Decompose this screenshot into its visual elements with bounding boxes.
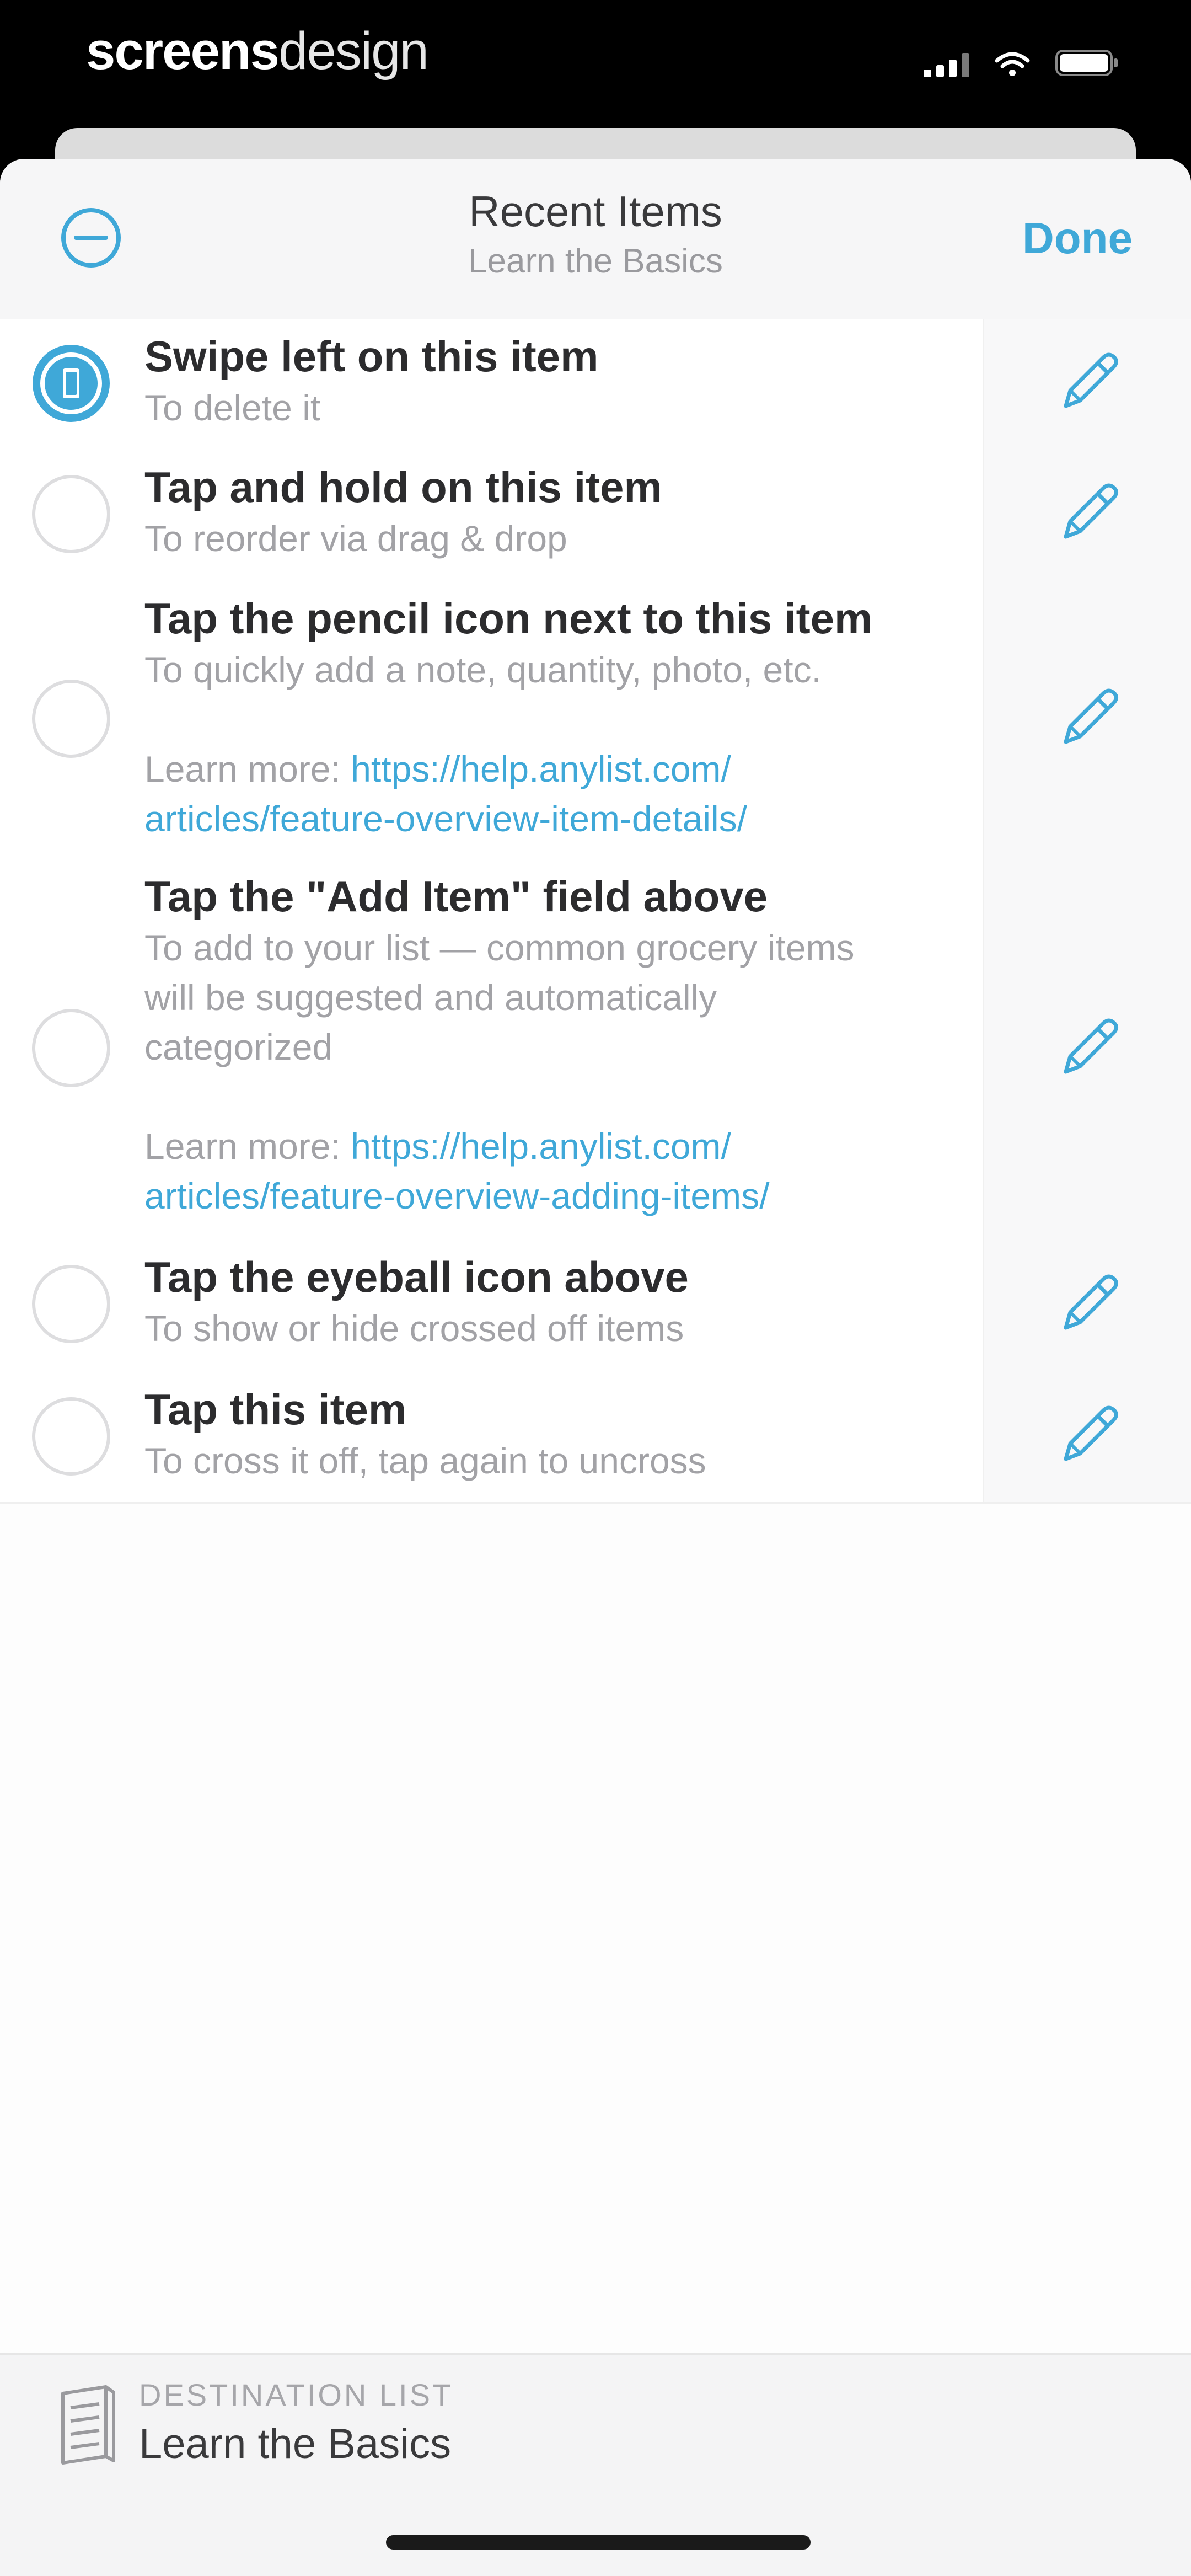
item-title: Tap the pencil icon next to this item [144,594,873,643]
status-icons [924,49,1119,77]
list-item[interactable]: Tap the pencil icon next to this item To… [0,580,1191,859]
item-edit-area[interactable] [983,858,1191,1238]
item-checkbox[interactable] [31,474,111,554]
item-note-line: will be suggested and automatically [144,977,717,1018]
battery-icon [1055,49,1119,77]
circle-icon [32,1265,110,1343]
recent-items-sheet: Recent Items Learn the Basics Done Swipe… [0,159,1191,2576]
item-checkbox[interactable] [31,1008,111,1088]
item-note: To show or hide crossed off items [144,1308,684,1349]
circle-icon [32,475,110,553]
item-edit-area[interactable] [983,1371,1191,1502]
item-note: To cross it off, tap again to uncross [144,1440,706,1481]
item-text: Tap and hold on this item To reorder via… [144,461,972,563]
item-edit-area[interactable] [983,580,1191,858]
wifi-icon [995,51,1030,77]
list-item[interactable]: Tap and hold on this item To reorder via… [0,448,1191,581]
item-note: To add to your list — common grocery ite… [144,923,972,1221]
item-text: Tap the pencil icon next to this item To… [144,592,972,843]
circle-icon [32,1397,110,1476]
help-link-continued[interactable]: articles/feature-overview-adding-items/ [144,1171,972,1221]
destination-list-label: DESTINATION LIST [139,2377,454,2412]
list-document-icon [61,2385,115,2465]
learn-more-line: Learn more: https://help.anylist.com/ [144,744,972,794]
screen: screensdesign Recent Items Learn the Bas… [0,0,1191,2576]
pencil-icon [1064,483,1118,539]
item-text: Tap this item To cross it off, tap again… [144,1383,972,1485]
item-checkbox-selected[interactable] [31,343,111,424]
circle-icon [32,1009,110,1087]
item-text: Tap the eyeball icon above To show or hi… [144,1250,972,1353]
item-edit-area[interactable] [983,319,1191,448]
pencil-icon [1064,1018,1118,1074]
item-checkbox[interactable] [31,1396,111,1477]
learn-more-label: Learn more: [144,749,351,789]
item-title: Tap the "Add Item" field above [144,872,768,921]
circle-icon [32,680,110,758]
done-button[interactable]: Done [1022,213,1133,264]
item-edit-area[interactable] [983,448,1191,580]
learn-more-line: Learn more: https://help.anylist.com/ [144,1121,972,1171]
item-note-line: To add to your list — common grocery ite… [144,927,855,968]
item-checkbox[interactable] [31,1264,111,1344]
item-title: Tap and hold on this item [144,463,662,511]
list-item[interactable]: Tap this item To cross it off, tap again… [0,1371,1191,1504]
item-title: Swipe left on this item [144,332,599,381]
item-note-line: To quickly add a note, quantity, photo, … [144,649,822,690]
item-edit-area[interactable] [983,1238,1191,1371]
item-title: Tap this item [144,1385,407,1434]
learn-more-label: Learn more: [144,1126,351,1167]
pencil-icon [1064,352,1118,408]
item-note-line: categorized [144,1027,333,1067]
cellular-signal-icon [924,52,969,77]
list-item[interactable]: Tap the "Add Item" field above To add to… [0,858,1191,1240]
list-item[interactable]: Swipe left on this item To delete it [0,319,1191,450]
home-indicator[interactable] [386,2535,811,2550]
item-note: To delete it [144,387,321,428]
navigation-bar: Recent Items Learn the Basics Done [0,159,1191,320]
item-title: Tap the eyeball icon above [144,1253,689,1301]
brand-watermark: screensdesign [86,21,429,82]
list-item[interactable]: Tap the eyeball icon above To show or hi… [0,1238,1191,1372]
item-text: Tap the "Add Item" field above To add to… [144,870,972,1221]
destination-list-value: Learn the Basics [139,2420,452,2467]
pencil-icon [1064,1274,1118,1330]
page-subtitle: Learn the Basics [468,242,723,280]
brand-light: design [278,22,429,81]
item-checkbox[interactable] [31,678,111,759]
pencil-icon [1064,1405,1118,1461]
help-link[interactable]: https://help.anylist.com/ [351,749,731,789]
help-link[interactable]: https://help.anylist.com/ [351,1126,731,1167]
brand-bold: screens [86,22,280,81]
item-note: To reorder via drag & drop [144,518,567,559]
status-bar: screensdesign [0,0,1191,127]
selected-circle-icon [33,345,110,422]
page-title: Recent Items [469,187,722,236]
help-link-continued[interactable]: articles/feature-overview-item-details/ [144,794,972,843]
item-note: To quickly add a note, quantity, photo, … [144,645,972,843]
pencil-icon [1064,688,1118,744]
item-text: Swipe left on this item To delete it [144,330,972,432]
